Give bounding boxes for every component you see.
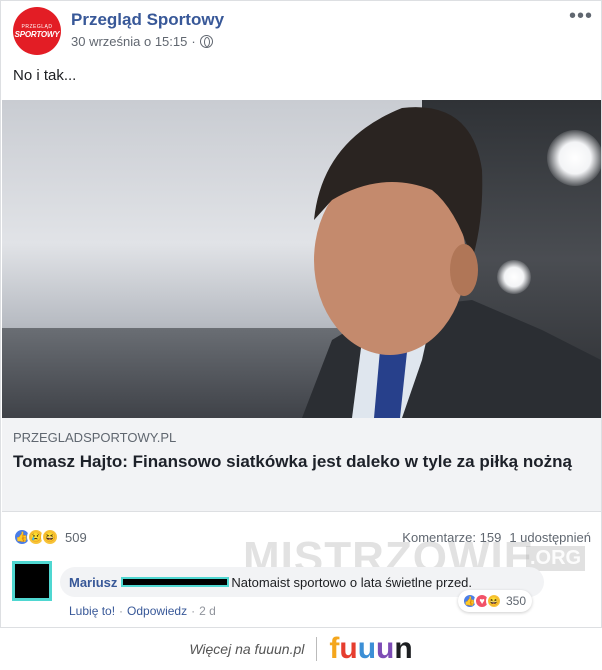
link-headline[interactable]: Tomasz Hajto: Finansowo siatkówka jest d…	[13, 450, 593, 473]
footer-text[interactable]: Więcej na fuuun.pl	[189, 641, 304, 657]
footer-divider	[316, 637, 318, 661]
comment-author[interactable]: Mariusz	[69, 575, 117, 590]
site-footer: Więcej na fuuun.pl fuuun	[0, 628, 602, 670]
action-separator: ·	[119, 604, 124, 618]
reactions-summary[interactable]: 👍 😢 😆 509	[13, 528, 87, 546]
haha-icon: 😆	[41, 528, 59, 546]
post-meta: 30 września o 15:15 ·	[71, 34, 213, 49]
facebook-post: PRZEGLĄD SPORTOWY Przegląd Sportowy 30 w…	[0, 0, 602, 628]
fuuun-logo[interactable]: fuuun	[329, 632, 412, 666]
person-figure	[302, 107, 601, 418]
more-options-button[interactable]: •••	[569, 5, 593, 28]
link-preview[interactable]: PRZEGLADSPORTOWY.PL Tomasz Hajto: Finans…	[2, 418, 601, 512]
comment-age[interactable]: 2 d	[199, 604, 216, 618]
logo-letter: u	[376, 632, 395, 665]
commenter-avatar[interactable]	[12, 561, 52, 601]
logo-letter: u	[357, 632, 377, 665]
comment-text: Natomaist sportowo o lata świetlne przed…	[231, 574, 473, 590]
comment-reactions[interactable]: 👍 ♥ 😆 350	[458, 590, 533, 612]
page-avatar[interactable]: PRZEGLĄD SPORTOWY	[13, 7, 61, 55]
logo-letter: u	[339, 632, 358, 665]
post-photo[interactable]	[2, 100, 601, 418]
action-separator: ·	[191, 604, 196, 618]
comment-like-link[interactable]: Lubię to!	[69, 604, 115, 618]
redacted-name-bar	[121, 577, 230, 587]
page-name-link[interactable]: Przegląd Sportowy	[71, 10, 224, 30]
logo-letter: f	[329, 632, 340, 665]
meta-separator: ·	[191, 34, 196, 49]
post-text: No i tak...	[13, 67, 77, 84]
haha-icon: 😆	[486, 593, 502, 609]
logo-letter: n	[394, 632, 413, 665]
reaction-count: 509	[65, 529, 87, 545]
post-timestamp[interactable]: 30 września o 15:15	[71, 34, 187, 49]
link-domain: PRZEGLADSPORTOWY.PL	[13, 430, 177, 445]
comment-reply-link[interactable]: Odpowiedz	[127, 604, 187, 618]
avatar-text-big: SPORTOWY	[14, 29, 60, 39]
comment-reaction-count: 350	[506, 594, 527, 608]
globe-icon[interactable]	[199, 35, 213, 48]
comment-actions: Lubię to! · Odpowiedz · 2 d	[69, 604, 216, 618]
